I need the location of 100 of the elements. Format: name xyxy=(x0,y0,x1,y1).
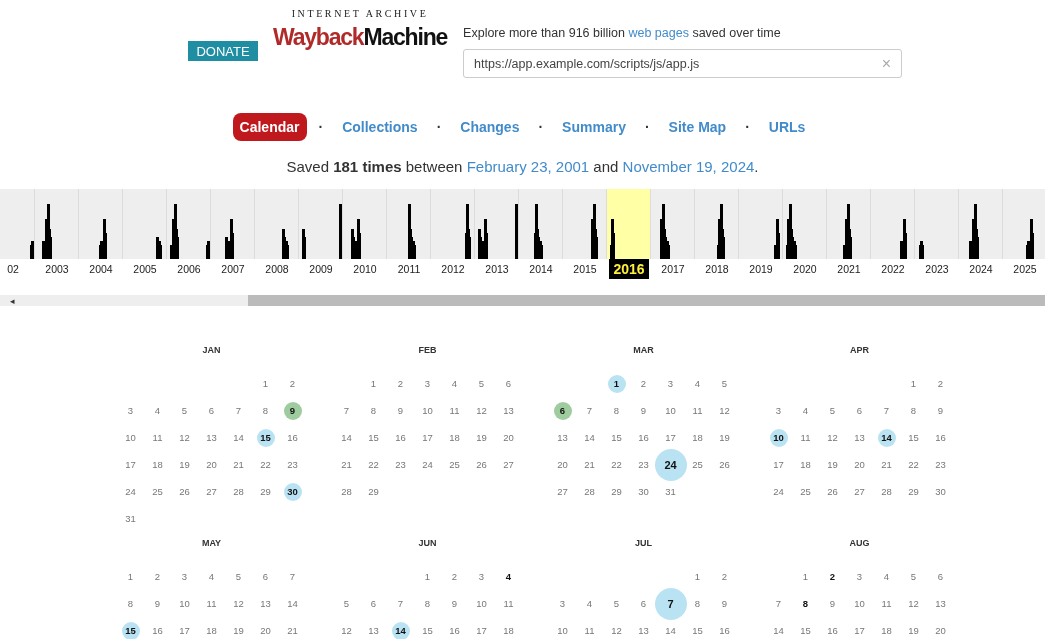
web-pages-link[interactable]: web pages xyxy=(628,26,689,40)
day-number: 10 xyxy=(853,597,866,611)
capture-bars[interactable] xyxy=(959,189,1003,259)
day-number: 15 xyxy=(610,431,623,445)
year-label[interactable]: 2025 xyxy=(1009,259,1041,279)
capture-day[interactable]: 15 xyxy=(256,428,275,447)
capture-bars[interactable] xyxy=(167,189,211,259)
capture-day[interactable]: 14 xyxy=(877,428,896,447)
day-number: 16 xyxy=(151,624,164,638)
day-number: 3 xyxy=(126,404,135,418)
year-label[interactable]: 2022 xyxy=(877,259,909,279)
capture-day[interactable]: 9 xyxy=(283,401,302,420)
nav-tab[interactable]: Summary xyxy=(555,113,633,141)
year-label[interactable]: 2024 xyxy=(965,259,997,279)
nav-separator: · xyxy=(538,119,544,135)
capture-bars[interactable] xyxy=(343,189,387,259)
capture-day[interactable]: 4 xyxy=(495,563,522,590)
year-label[interactable]: 2008 xyxy=(261,259,293,279)
capture-bars[interactable] xyxy=(123,189,167,259)
capture-day[interactable]: 7 xyxy=(654,587,687,620)
nav-tab[interactable]: URLs xyxy=(761,113,813,141)
capture-bars[interactable] xyxy=(211,189,255,259)
capture-bars[interactable] xyxy=(783,189,827,259)
capture-day[interactable]: 8 xyxy=(792,590,819,617)
day-number: 12 xyxy=(907,597,920,611)
day-number: 24 xyxy=(772,485,785,499)
capture-day[interactable]: 10 xyxy=(769,428,788,447)
scrollbar[interactable]: ◂ xyxy=(0,295,1045,306)
year-label[interactable]: 2016 xyxy=(609,259,649,279)
year-label[interactable]: 2017 xyxy=(657,259,689,279)
year-label[interactable]: 2014 xyxy=(525,259,557,279)
capture-bars[interactable] xyxy=(79,189,123,259)
month-name: JUL xyxy=(634,537,653,550)
year-label[interactable]: 2019 xyxy=(745,259,777,279)
day-number: 11 xyxy=(205,597,218,611)
capture-bars[interactable] xyxy=(299,189,343,259)
year-label[interactable]: 2021 xyxy=(833,259,865,279)
month-name: MAY xyxy=(200,537,223,550)
day-number: 25 xyxy=(691,458,704,472)
day-number: 25 xyxy=(799,485,812,499)
year-label[interactable]: 2020 xyxy=(789,259,821,279)
day-number: 13 xyxy=(259,597,272,611)
capture-bars[interactable] xyxy=(739,189,783,259)
year-label[interactable]: 2013 xyxy=(481,259,513,279)
nav-tab[interactable]: Site Map xyxy=(661,113,734,141)
day-number: 2 xyxy=(450,570,459,584)
url-field[interactable]: https://app.example.com/scripts/js/app.js × xyxy=(463,49,903,78)
capture-bars[interactable] xyxy=(475,189,519,259)
nav-tab[interactable]: Calendar xyxy=(232,113,307,141)
capture-bars[interactable] xyxy=(431,189,475,259)
capture-day[interactable]: 2 xyxy=(819,563,846,590)
capture-bars[interactable] xyxy=(255,189,299,259)
nav-separator: · xyxy=(745,119,750,135)
capture-bars[interactable] xyxy=(35,189,79,259)
capture-day[interactable]: 15 xyxy=(121,621,140,639)
capture-bars[interactable] xyxy=(651,189,695,259)
capture-bars[interactable] xyxy=(607,189,651,259)
day-number: 5 xyxy=(180,404,189,418)
day-number: 3 xyxy=(666,377,675,391)
capture-bars[interactable] xyxy=(827,189,871,259)
capture-day[interactable]: 1 xyxy=(607,374,626,393)
year-label[interactable]: 2007 xyxy=(217,259,249,279)
capture-bars[interactable] xyxy=(519,189,563,259)
year-label[interactable]: 2009 xyxy=(305,259,337,279)
year-label[interactable]: 2006 xyxy=(173,259,205,279)
capture-bars[interactable] xyxy=(695,189,739,259)
year-label[interactable]: 2010 xyxy=(349,259,381,279)
capture-bars[interactable] xyxy=(871,189,915,259)
capture-bars[interactable] xyxy=(387,189,431,259)
year-label[interactable]: 2012 xyxy=(437,259,469,279)
capture-day[interactable]: 6 xyxy=(553,401,572,420)
first-capture-link[interactable]: February 23, 2001 xyxy=(466,158,590,175)
day-number: 2 xyxy=(639,377,648,391)
year-label[interactable]: 2005 xyxy=(129,259,161,279)
year-label[interactable]: 2015 xyxy=(569,259,601,279)
capture-bars[interactable] xyxy=(1003,189,1045,259)
year-label[interactable]: 02 xyxy=(3,259,23,279)
year-label[interactable]: 2003 xyxy=(41,259,73,279)
year-label[interactable]: 2018 xyxy=(701,259,733,279)
year-label[interactable]: 2011 xyxy=(393,259,425,279)
capture-bars[interactable] xyxy=(563,189,607,259)
capture-day[interactable]: 30 xyxy=(283,482,302,501)
year-label[interactable]: 2004 xyxy=(85,259,117,279)
day-number: 9 xyxy=(828,597,837,611)
logo[interactable]: INTERNET ARCHIVE WaybackMachine xyxy=(273,8,448,55)
day-number: 12 xyxy=(232,597,245,611)
capture-bars[interactable] xyxy=(0,189,35,259)
capture-day[interactable]: 24 xyxy=(654,448,687,481)
day-number: 7 xyxy=(288,570,297,584)
year-label[interactable]: 2023 xyxy=(921,259,953,279)
capture-day[interactable]: 14 xyxy=(391,621,410,639)
day-number: 28 xyxy=(232,485,245,499)
day-number: 28 xyxy=(880,485,893,499)
day-number: 8 xyxy=(261,404,270,418)
nav-tab[interactable]: Collections xyxy=(335,113,425,141)
nav-tab[interactable]: Changes xyxy=(453,113,527,141)
day-number: 26 xyxy=(718,458,731,472)
day-number: 3 xyxy=(855,570,864,584)
donate-button[interactable]: DONATE xyxy=(188,41,258,61)
capture-bars[interactable] xyxy=(915,189,959,259)
